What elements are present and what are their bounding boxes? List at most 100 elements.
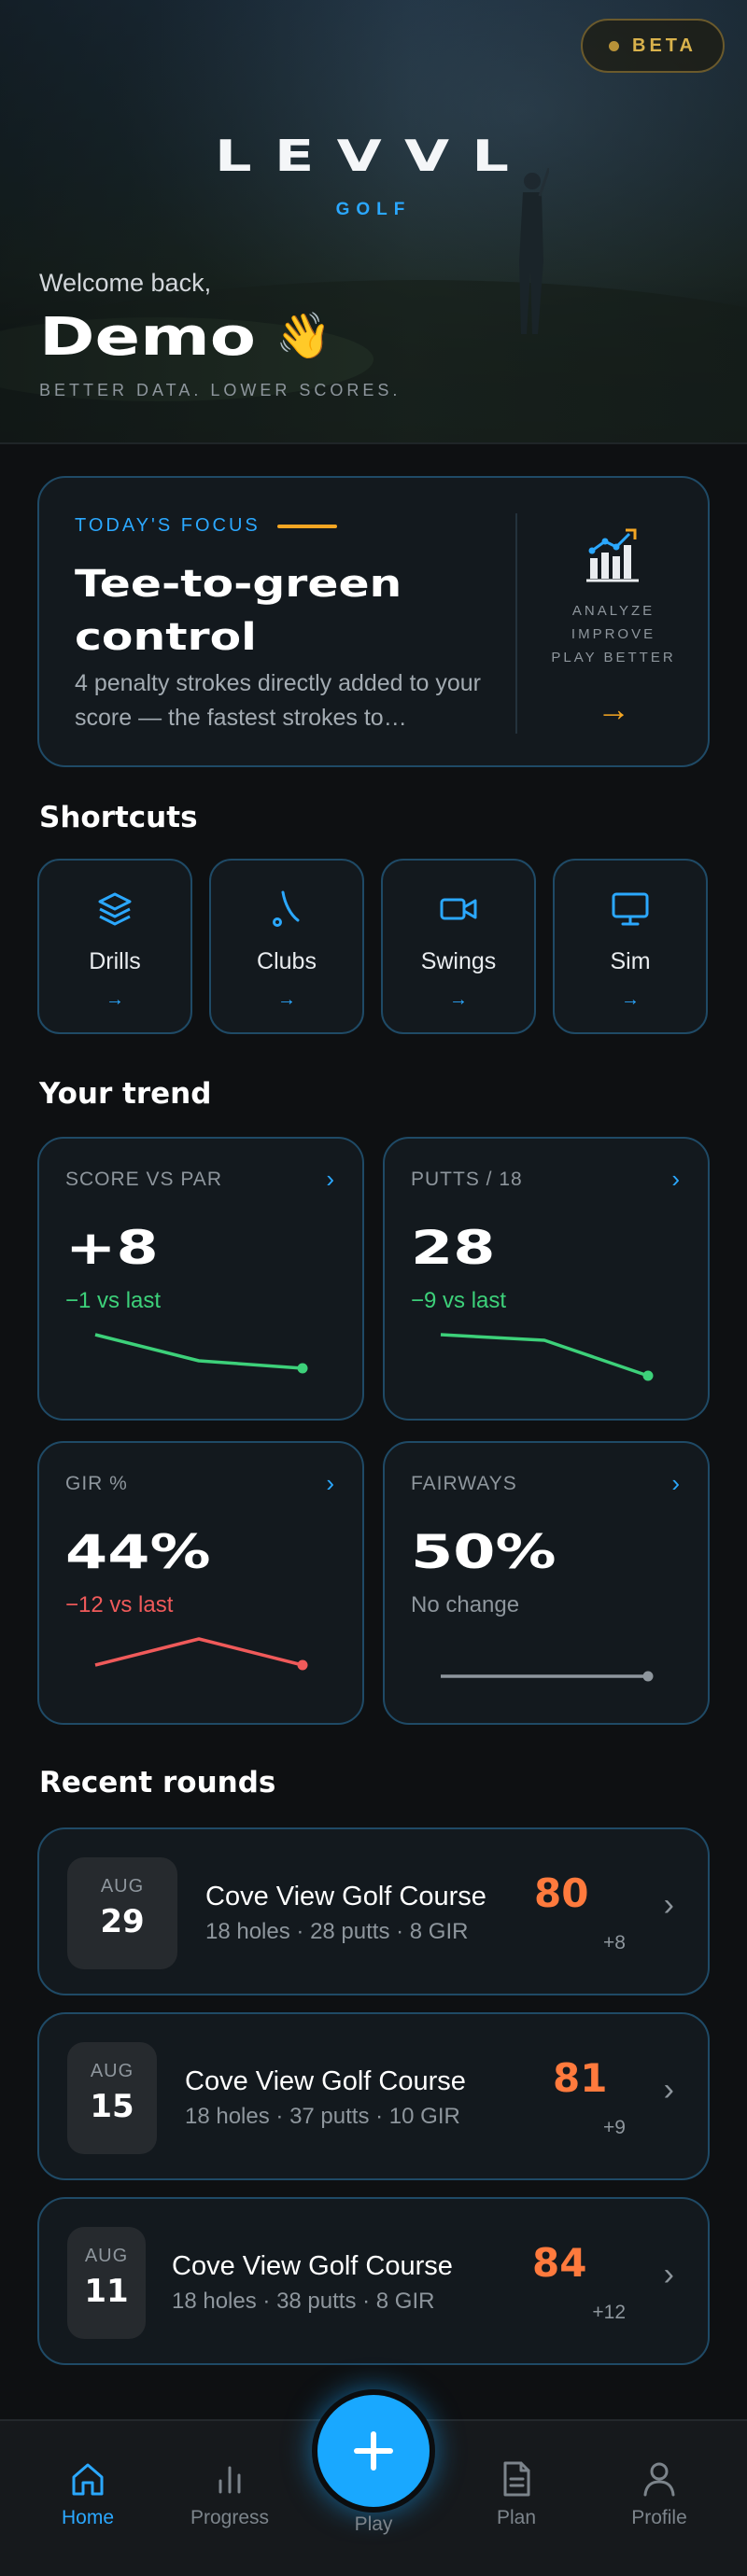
sparkline-endpoint — [297, 1659, 308, 1671]
arrow-right-icon: → — [277, 989, 296, 1010]
round-course: Cove View Golf Course — [205, 1882, 486, 1911]
round-course: Cove View Golf Course — [172, 2251, 453, 2281]
recent-rounds-heading: Recent rounds — [39, 1766, 276, 1799]
sparkline-path — [94, 1333, 303, 1370]
trend-value: 44% — [65, 1525, 211, 1579]
trend-card-putts[interactable]: PUTTS / 18 › 28 −9 vs last — [383, 1137, 710, 1421]
chevron-right-icon: › — [326, 1165, 334, 1193]
document-icon — [503, 2461, 530, 2497]
nav-label: Profile — [631, 2507, 687, 2528]
trend-delta: No change — [411, 1592, 520, 1617]
shortcut-drills[interactable]: Drills → — [37, 859, 192, 1034]
round-day: 11 — [84, 2273, 129, 2310]
round-row[interactable]: AUG 11 Cove View Golf Course 18 holes · … — [37, 2197, 710, 2365]
trend-card-score[interactable]: SCORE VS PAR › +8 −1 vs last — [37, 1137, 364, 1421]
round-relative: +12 — [592, 2302, 626, 2323]
arrow-right-icon: → — [449, 989, 468, 1010]
chevron-right-icon: › — [671, 1165, 680, 1193]
shortcut-sim[interactable]: Sim → — [553, 859, 708, 1034]
trend-heading: Your trend — [39, 1077, 212, 1111]
home-icon — [72, 2463, 104, 2496]
trend-sparkline — [94, 1637, 308, 1671]
tagline: BETTER DATA. LOWER SCORES. — [39, 381, 402, 399]
user-icon — [643, 2462, 675, 2497]
chevron-right-icon: › — [663, 1887, 674, 1923]
round-day: 15 — [90, 2088, 134, 2125]
video-camera-icon — [440, 898, 477, 920]
play-label: Play — [354, 2513, 393, 2535]
layers-icon — [98, 892, 132, 926]
round-month: AUG — [84, 2246, 129, 2266]
round-month: AUG — [100, 1876, 145, 1897]
play-button[interactable] — [312, 2389, 435, 2513]
plus-icon — [354, 2431, 393, 2471]
nav-profile[interactable]: Profile — [603, 2458, 715, 2529]
chevron-right-icon: › — [663, 2257, 674, 2292]
shortcut-clubs[interactable]: Clubs → — [209, 859, 364, 1034]
shortcut-swings[interactable]: Swings → — [381, 859, 536, 1034]
nav-plan[interactable]: Plan — [460, 2458, 572, 2529]
beta-badge[interactable]: BETA — [581, 19, 725, 73]
sparkline-path — [440, 1333, 649, 1378]
round-date-tile: AUG 11 — [67, 2227, 146, 2339]
round-meta: 18 holes · 37 putts · 10 GIR — [185, 2104, 460, 2129]
todays-focus-card[interactable]: TODAY'S FOCUS Tee-to-green control 4 pen… — [37, 476, 710, 767]
wave-emoji-icon: 👋 — [275, 312, 332, 361]
round-relative: +8 — [603, 1932, 626, 1953]
trend-delta: −12 vs last — [65, 1592, 174, 1617]
nav-label: Progress — [190, 2507, 270, 2528]
chevron-right-icon: › — [663, 2072, 674, 2107]
trend-label: SCORE VS PAR — [65, 1169, 222, 1190]
nav-label: Home — [61, 2507, 115, 2528]
round-row[interactable]: AUG 15 Cove View Golf Course 18 holes · … — [37, 2012, 710, 2180]
nav-home[interactable]: Home — [32, 2458, 144, 2529]
beta-label: BETA — [632, 35, 697, 56]
trend-value: 50% — [411, 1525, 557, 1579]
app-logo: LEVVL GOLF — [0, 131, 747, 219]
focus-arrow-icon[interactable]: → — [517, 690, 710, 729]
logo-wordmark: LEVVL — [215, 131, 532, 181]
trend-sparkline — [440, 1333, 654, 1381]
trend-card-gir[interactable]: GIR % › 44% −12 vs last — [37, 1441, 364, 1725]
nav-label: Plan — [496, 2507, 537, 2528]
trend-label: PUTTS / 18 — [411, 1169, 523, 1190]
shortcut-label: Drills — [89, 948, 141, 974]
focus-side-analyze: ANALYZE — [571, 603, 655, 619]
focus-title-line1: Tee-to-green — [75, 563, 402, 606]
golf-club-icon — [273, 890, 300, 927]
focus-side-text: ANALYZE IMPROVE PLAY BETTER — [517, 599, 710, 669]
round-course: Cove View Golf Course — [185, 2066, 466, 2096]
trend-delta: −1 vs last — [65, 1288, 162, 1313]
trend-value: 28 — [411, 1221, 496, 1275]
shortcuts-heading: Shortcuts — [39, 801, 198, 834]
focus-accent-line — [276, 524, 337, 528]
nav-progress[interactable]: Progress — [174, 2458, 286, 2529]
focus-side-play-better: PLAY BETTER — [551, 650, 676, 665]
sparkline-endpoint — [297, 1363, 308, 1374]
focus-title: Tee-to-green control — [75, 558, 486, 665]
focus-eyebrow: TODAY'S FOCUS — [75, 515, 337, 537]
arrow-right-icon: → — [106, 989, 124, 1010]
shortcut-label: Swings — [420, 948, 497, 974]
trend-card-fairways[interactable]: FAIRWAYS › 50% No change — [383, 1441, 710, 1725]
greeting-row: Demo 👋 — [39, 304, 331, 370]
trend-sparkline — [441, 1671, 654, 1682]
arrow-right-icon: → — [621, 989, 640, 1010]
chevron-right-icon: › — [326, 1469, 334, 1497]
trend-sparkline — [94, 1333, 308, 1374]
round-month: AUG — [90, 2061, 134, 2081]
chevron-right-icon: › — [671, 1469, 680, 1497]
round-row[interactable]: AUG 29 Cove View Golf Course 18 holes · … — [37, 1827, 710, 1995]
growth-chart-icon — [586, 528, 639, 582]
focus-side-improve: IMPROVE — [571, 626, 656, 642]
welcome-text: Welcome back, — [39, 269, 212, 297]
focus-eyebrow-label: TODAY'S FOCUS — [75, 515, 261, 536]
round-date-tile: AUG 29 — [67, 1857, 177, 1969]
trend-label: FAIRWAYS — [411, 1473, 517, 1494]
monitor-icon — [612, 892, 649, 926]
trend-value: +8 — [65, 1221, 159, 1275]
focus-title-line2: control — [75, 616, 257, 659]
round-score: 81 — [553, 2055, 608, 2101]
shortcut-label: Clubs — [257, 948, 317, 974]
sparkline-endpoint — [642, 1671, 654, 1682]
